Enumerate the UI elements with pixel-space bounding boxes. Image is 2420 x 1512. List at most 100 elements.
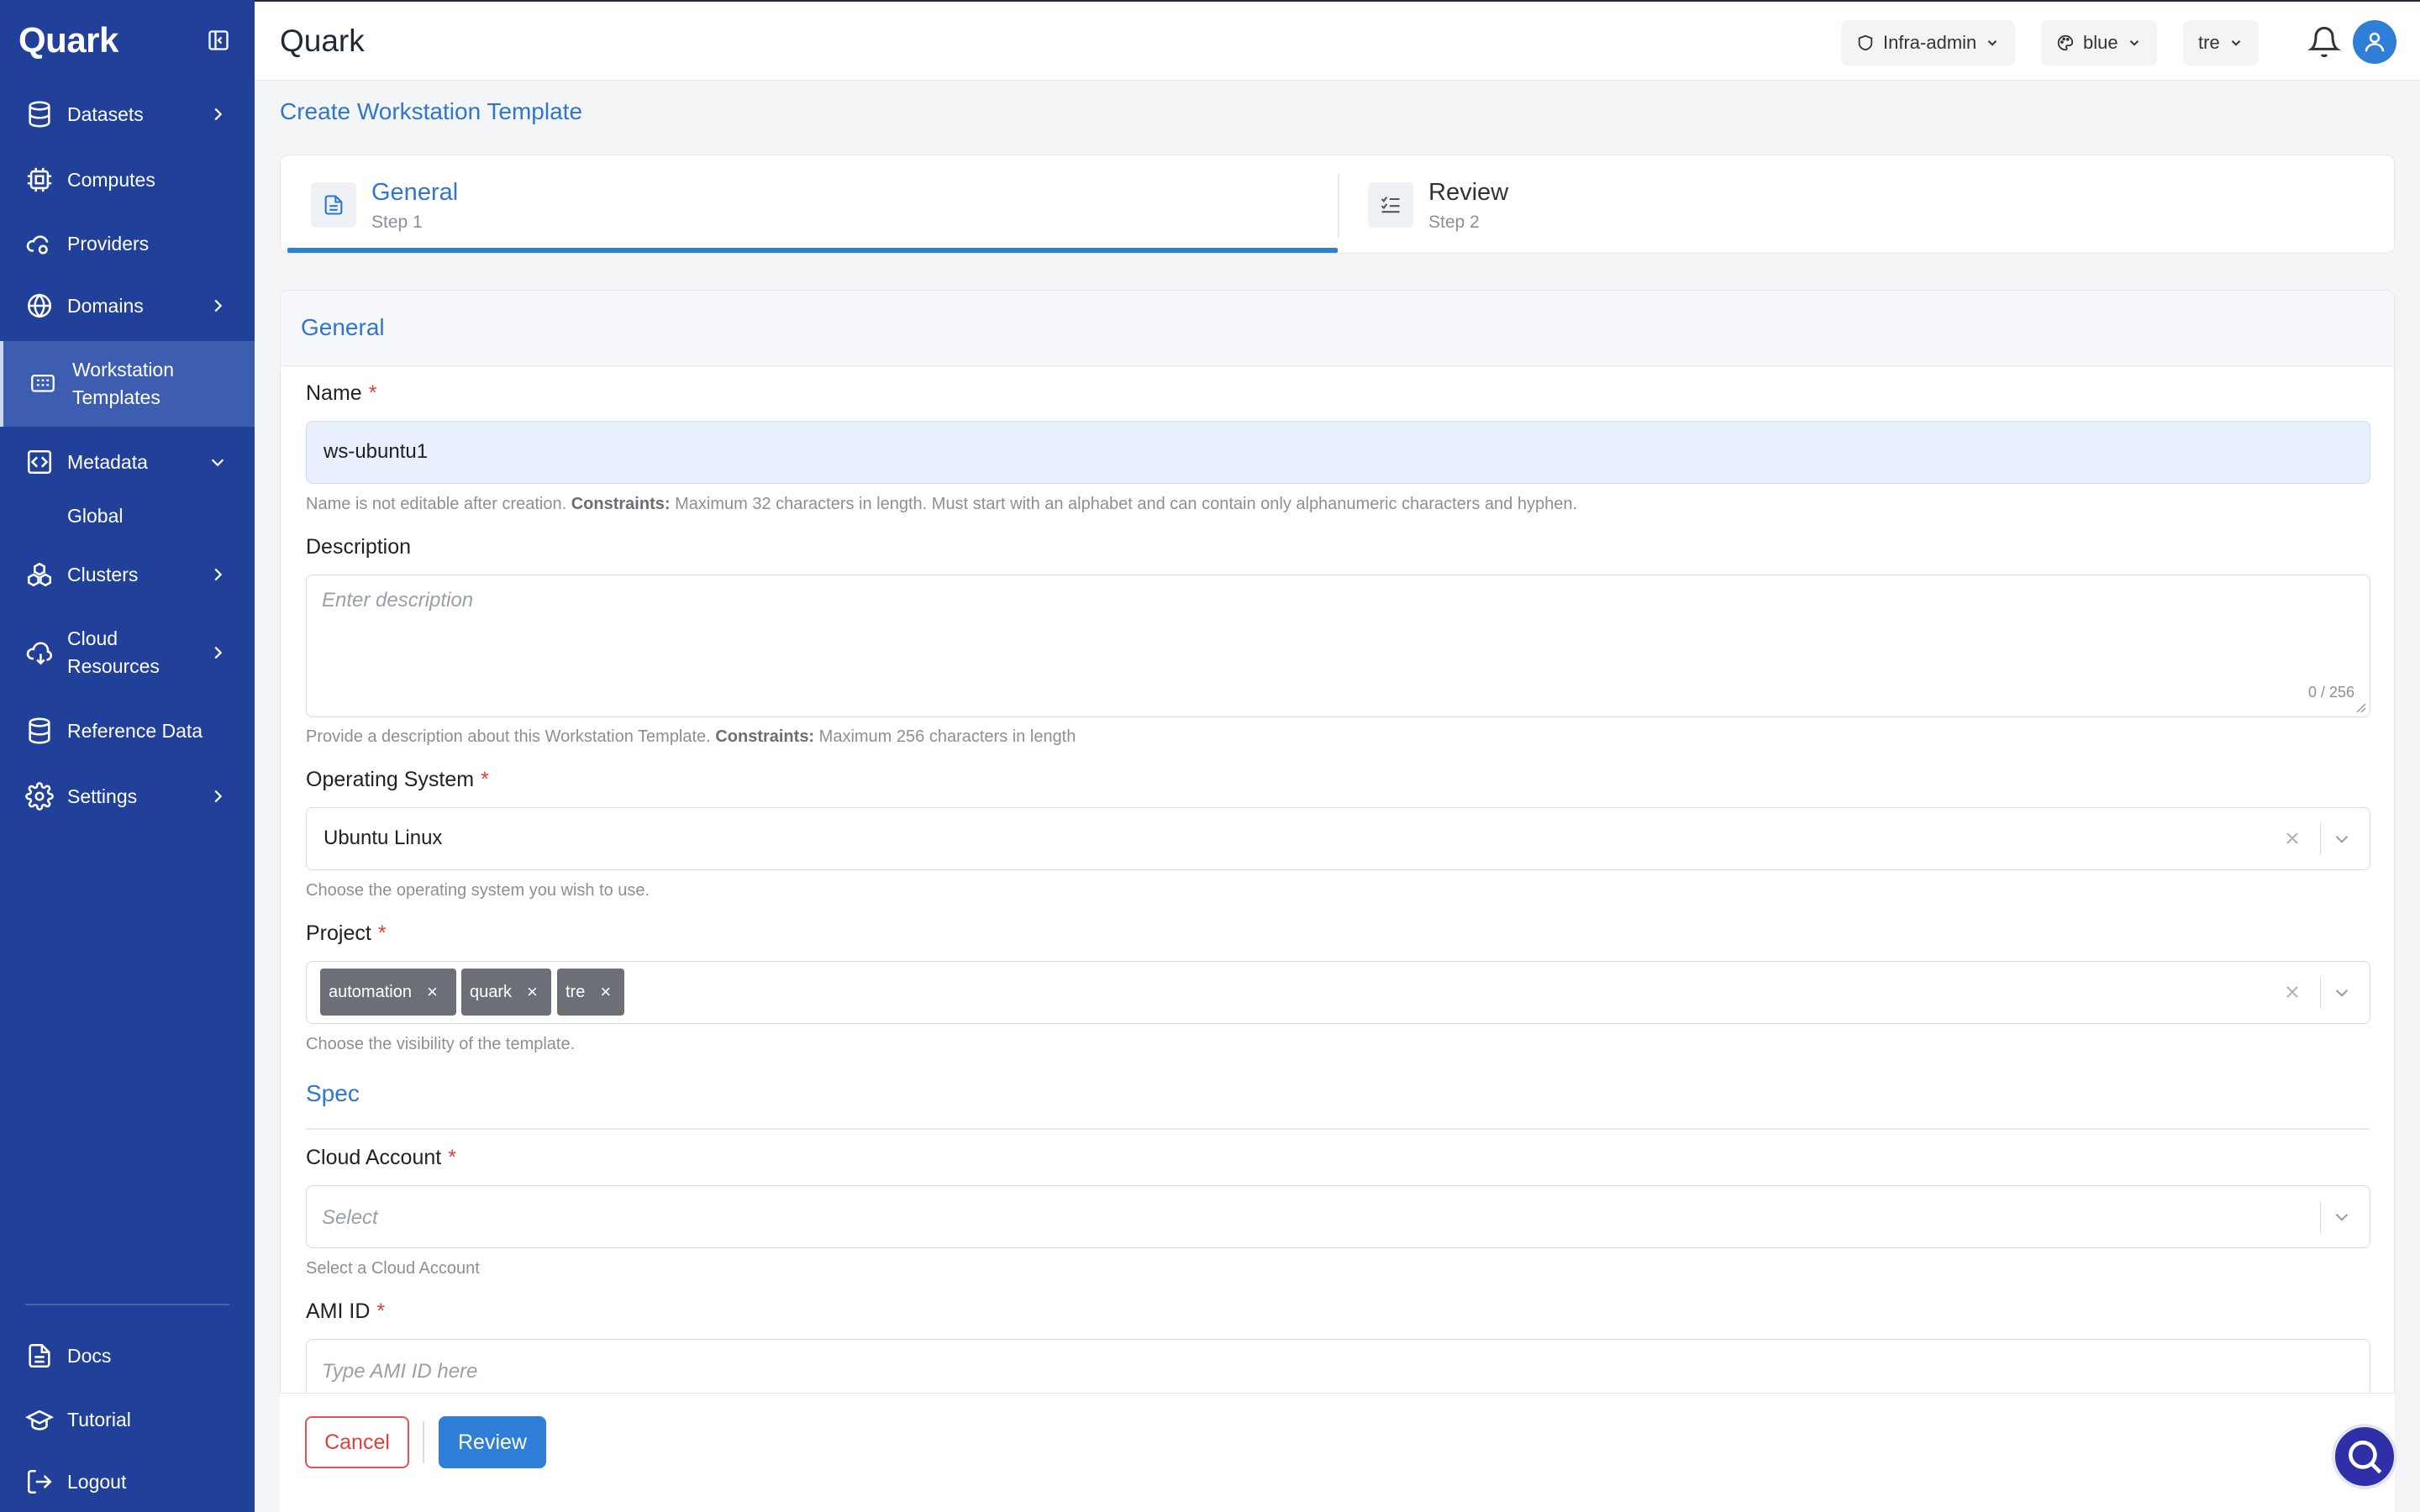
- tenant-label: tre: [2198, 32, 2220, 53]
- sidebar-item-workstation-templates[interactable]: Workstation Templates: [0, 341, 255, 427]
- project-tag: quark ×: [461, 969, 551, 1016]
- sidebar-divider: [25, 1304, 229, 1305]
- remove-tag-icon[interactable]: ×: [600, 981, 611, 1003]
- app-title: Quark: [280, 24, 365, 58]
- remove-tag-icon[interactable]: ×: [527, 981, 538, 1003]
- sidebar-item-label: Tutorial: [67, 1408, 131, 1431]
- form-card: General Name * ws-ubuntu1 Name is not edi…: [280, 290, 2395, 1512]
- required-marker: *: [368, 381, 377, 405]
- sidebar-item-label: Docs: [67, 1344, 112, 1367]
- project-label: Project *: [306, 921, 387, 946]
- step-review[interactable]: Review Step 2: [1338, 155, 2394, 253]
- sidebar-item-label: Datasets: [67, 102, 144, 125]
- step-icon-wrap: [1368, 182, 1413, 228]
- sidebar-item-label: Global: [67, 504, 124, 527]
- sidebar-item-label: Domains: [67, 294, 144, 317]
- sidebar-item-settings[interactable]: Settings: [0, 781, 255, 811]
- description-placeholder: Enter description: [322, 589, 474, 612]
- sidebar: Quark Datasets Computes Providers Domain…: [0, 0, 255, 1512]
- os-label-text: Operating System: [306, 768, 475, 791]
- document-icon: [29, 1343, 50, 1368]
- clear-icon[interactable]: [2282, 828, 2302, 848]
- required-marker: *: [481, 768, 489, 791]
- name-constraints-label: Constraints:: [571, 495, 671, 513]
- sidebar-item-label: Metadata: [67, 450, 148, 473]
- project-multiselect[interactable]: automation × quark × tre ×: [306, 961, 2370, 1024]
- sidebar-item-label: Reference Data: [67, 719, 203, 742]
- project-label-text: Project: [306, 921, 371, 945]
- review-button[interactable]: Review: [439, 1416, 546, 1468]
- chevron-down-icon[interactable]: [2331, 1206, 2353, 1228]
- os-select[interactable]: Ubuntu Linux: [306, 807, 2370, 870]
- tenant-selector[interactable]: tre: [2183, 20, 2259, 66]
- chevron-right-icon: [214, 568, 223, 581]
- name-constraints: Maximum 32 characters in length. Must st…: [675, 495, 1578, 513]
- checklist-icon: [1381, 197, 1400, 213]
- role-selector[interactable]: Infra-admin: [1841, 20, 2016, 66]
- description-constraints: Maximum 256 characters in length: [818, 727, 1076, 746]
- os-help: Choose the operating system you wish to …: [306, 881, 650, 900]
- cloud-gear-icon: [26, 235, 49, 255]
- spec-divider: [306, 1128, 2370, 1130]
- sidebar-item-domains[interactable]: Domains: [0, 291, 255, 321]
- theme-selector[interactable]: blue: [2041, 20, 2157, 66]
- sidebar-item-clusters[interactable]: Clusters: [0, 559, 255, 590]
- os-label: Operating System *: [306, 768, 489, 792]
- collapse-sidebar-icon[interactable]: [207, 29, 230, 52]
- cloud-account-select[interactable]: Select: [306, 1185, 2370, 1248]
- cloud-download-icon: [26, 642, 52, 665]
- sidebar-item-reference-data[interactable]: Reference Data: [0, 716, 255, 746]
- document-icon: [324, 195, 343, 215]
- character-counter: 0 / 256: [2307, 684, 2354, 701]
- description-constraints-label: Constraints:: [715, 727, 815, 746]
- step-general[interactable]: General Step 1: [281, 155, 1338, 253]
- chat-widget[interactable]: [2332, 1424, 2397, 1489]
- chevron-down-icon[interactable]: [2331, 982, 2353, 1004]
- shield-icon: [1858, 34, 1873, 51]
- sidebar-item-tutorial[interactable]: Tutorial: [0, 1404, 255, 1435]
- sidebar-item-metadata[interactable]: Metadata: [0, 447, 255, 477]
- clear-icon[interactable]: [2282, 982, 2302, 1002]
- name-input[interactable]: ws-ubuntu1: [306, 421, 2370, 484]
- cloud-account-help: Select a Cloud Account: [306, 1259, 480, 1278]
- bell-icon[interactable]: [2307, 25, 2341, 59]
- project-help: Choose the visibility of the template.: [306, 1035, 576, 1053]
- form-section-header: General: [281, 291, 2394, 366]
- page-title: Create Workstation Template: [280, 98, 583, 124]
- ami-id-label-text: AMI ID: [306, 1299, 371, 1323]
- cpu-icon: [27, 167, 52, 192]
- sidebar-item-cloud-resources[interactable]: Cloud Resources: [0, 623, 255, 682]
- ami-id-label: AMI ID *: [306, 1299, 385, 1324]
- globe-icon: [27, 293, 52, 318]
- ami-id-placeholder: Type AMI ID here: [322, 1360, 478, 1383]
- chevron-down-icon: [2129, 40, 2139, 46]
- step-progress-bar: [287, 248, 1338, 253]
- remove-tag-icon[interactable]: ×: [427, 981, 438, 1003]
- sidebar-item-docs[interactable]: Docs: [0, 1341, 255, 1371]
- top-header: Quark Infra-admin blue tre: [255, 0, 2420, 81]
- code-bracket-icon: [27, 449, 52, 475]
- theme-label: blue: [2083, 32, 2118, 53]
- resize-handle-icon[interactable]: [2354, 701, 2366, 713]
- step-subtitle: Step 1: [371, 213, 423, 232]
- chevron-right-icon: [214, 646, 223, 659]
- sidebar-item-computes[interactable]: Computes: [0, 165, 255, 195]
- gear-icon: [25, 782, 54, 811]
- project-tag: automation ×: [320, 969, 456, 1016]
- role-label: Infra-admin: [1883, 32, 1977, 53]
- cluster-icon: [27, 562, 52, 587]
- tag-label: quark: [470, 982, 513, 1001]
- cancel-button[interactable]: Cancel: [305, 1416, 409, 1468]
- sidebar-item-label: Cloud Resources: [67, 627, 160, 677]
- step-icon-wrap: [311, 182, 356, 228]
- button-separator: [423, 1421, 424, 1463]
- sidebar-item-datasets[interactable]: Datasets: [0, 99, 255, 129]
- sidebar-item-providers[interactable]: Providers: [0, 228, 255, 259]
- description-textarea[interactable]: Enter description 0 / 256: [306, 575, 2370, 717]
- avatar[interactable]: [2353, 20, 2396, 64]
- sidebar-item-global[interactable]: Global: [0, 501, 255, 531]
- chevron-down-icon: [1988, 40, 1997, 46]
- sidebar-item-logout[interactable]: Logout: [0, 1467, 255, 1497]
- chevron-right-icon: [214, 790, 223, 803]
- chevron-down-icon[interactable]: [2331, 828, 2353, 850]
